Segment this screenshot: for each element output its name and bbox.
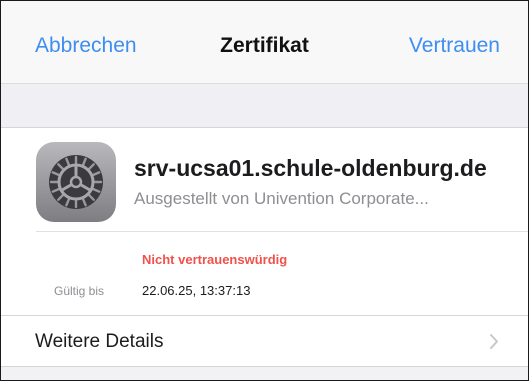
valid-until-value: 22.06.25, 13:37:13 — [142, 283, 251, 298]
trust-status-warning: Nicht vertrauenswürdig — [142, 252, 288, 267]
gear-icon — [36, 142, 116, 222]
trust-button[interactable]: Vertrauen — [409, 34, 500, 58]
certificate-card: srv-ucsa01.schule-oldenburg.de Ausgestel… — [1, 128, 528, 316]
section-spacer — [1, 84, 528, 128]
more-details-row[interactable]: Weitere Details — [1, 316, 528, 367]
more-details-label: Weitere Details — [35, 331, 164, 352]
valid-until-label: Gültig bis — [54, 284, 105, 298]
certificate-host: srv-ucsa01.schule-oldenburg.de — [134, 155, 487, 181]
divider — [36, 231, 528, 232]
navigation-bar: Abbrechen Zertifikat Vertrauen — [1, 1, 528, 84]
certificate-issuer: Ausgestellt von Univention Corporate... — [134, 189, 429, 208]
chevron-right-icon — [489, 333, 499, 355]
certificate-sheet: Abbrechen Zertifikat Vertrauen srv-ucsa0… — [0, 0, 529, 381]
